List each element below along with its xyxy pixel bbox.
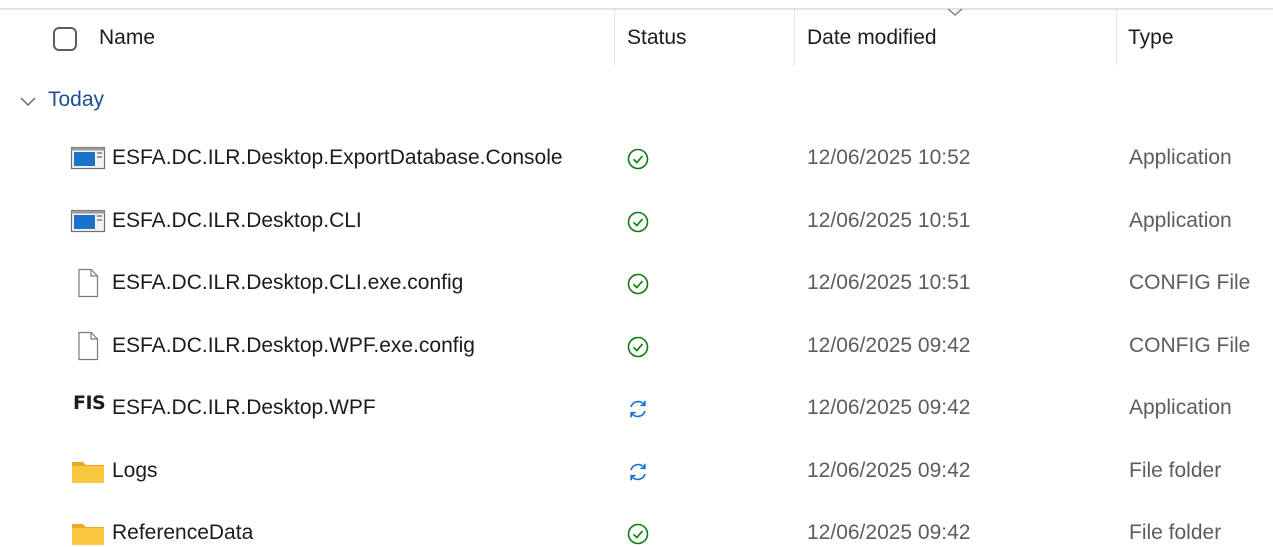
- file-type: CONFIG File: [1129, 271, 1251, 294]
- date-modified: 12/06/2025 10:51: [807, 208, 971, 232]
- column-header-type[interactable]: Type: [1128, 10, 1174, 66]
- date-modified: 12/06/2025 10:51: [807, 271, 971, 294]
- column-header-status[interactable]: Status: [627, 10, 687, 66]
- synced-check-icon: [626, 522, 650, 546]
- file-row[interactable]: Logs 12/06/2025 09:42 File folder: [0, 440, 1273, 502]
- column-divider[interactable]: [794, 10, 795, 66]
- file-name: Logs: [112, 458, 158, 482]
- file-row[interactable]: ESFA.DC.ILR.Desktop.CLI 12/06/2025 10:51 A…: [0, 190, 1273, 252]
- synced-check-icon: [626, 335, 650, 359]
- date-modified: 12/06/2025 09:42: [807, 333, 971, 357]
- column-header-status-label: Status: [627, 26, 687, 49]
- sort-chevron-down-icon: [947, 8, 963, 16]
- document-icon: [70, 265, 106, 301]
- column-header-type-label: Type: [1128, 26, 1174, 49]
- synced-check-icon: [626, 272, 650, 296]
- date-modified: 12/06/2025 10:52: [807, 146, 971, 169]
- column-header-row: Name Status Date modified Type: [0, 8, 1273, 66]
- file-name: ESFA.DC.ILR.Desktop.ExportDatabase.Conso…: [112, 146, 563, 169]
- group-label: Today: [48, 88, 105, 111]
- file-row[interactable]: ESFA.DC.ILR.Desktop.ExportDatabase.Conso…: [0, 127, 1273, 189]
- column-header-date-modified[interactable]: Date modified: [807, 10, 937, 66]
- application-icon: [70, 203, 106, 239]
- file-row[interactable]: FIS ESFA.DC.ILR.Desktop.WPF 12/06/2025 09:…: [0, 377, 1273, 439]
- file-row[interactable]: ReferenceData 12/06/2025 09:42 File folder: [0, 502, 1273, 547]
- column-divider[interactable]: [614, 10, 615, 66]
- file-name: ESFA.DC.ILR.Desktop.WPF: [112, 396, 376, 419]
- file-name: ESFA.DC.ILR.Desktop.CLI.exe.config: [112, 271, 464, 294]
- synced-check-icon: [626, 147, 650, 171]
- file-type: Application: [1129, 146, 1232, 169]
- file-row[interactable]: ESFA.DC.ILR.Desktop.CLI.exe.config 12/06/…: [0, 252, 1273, 314]
- file-type: File folder: [1129, 521, 1222, 544]
- document-icon: [70, 328, 106, 364]
- fis-app-icon: FIS: [73, 392, 106, 414]
- file-type: File folder: [1129, 458, 1222, 482]
- date-modified: 12/06/2025 09:42: [807, 521, 971, 544]
- column-header-date-label: Date modified: [807, 26, 937, 49]
- file-name: ESFA.DC.ILR.Desktop.WPF.exe.config: [112, 333, 475, 357]
- file-explorer-list: Name Status Date modified Type Today ESF…: [0, 0, 1273, 547]
- folder-icon: [70, 453, 106, 489]
- file-type: Application: [1129, 208, 1232, 232]
- column-header-name[interactable]: Name: [99, 10, 155, 66]
- file-type: CONFIG File: [1129, 333, 1251, 357]
- file-name: ReferenceData: [112, 521, 254, 544]
- select-all-checkbox[interactable]: [53, 27, 77, 51]
- column-header-name-label: Name: [99, 26, 156, 49]
- column-divider[interactable]: [1116, 10, 1117, 66]
- file-row[interactable]: ESFA.DC.ILR.Desktop.WPF.exe.config 12/06/…: [0, 315, 1273, 377]
- chevron-down-icon[interactable]: [17, 92, 39, 110]
- date-modified: 12/06/2025 09:42: [807, 396, 971, 419]
- application-icon: [70, 140, 106, 176]
- syncing-icon: [626, 460, 650, 484]
- synced-check-icon: [626, 210, 650, 234]
- syncing-icon: [626, 397, 650, 421]
- file-name: ESFA.DC.ILR.Desktop.CLI: [112, 208, 362, 232]
- date-modified: 12/06/2025 09:42: [807, 458, 971, 482]
- file-type: Application: [1129, 396, 1232, 419]
- folder-icon: [70, 515, 106, 547]
